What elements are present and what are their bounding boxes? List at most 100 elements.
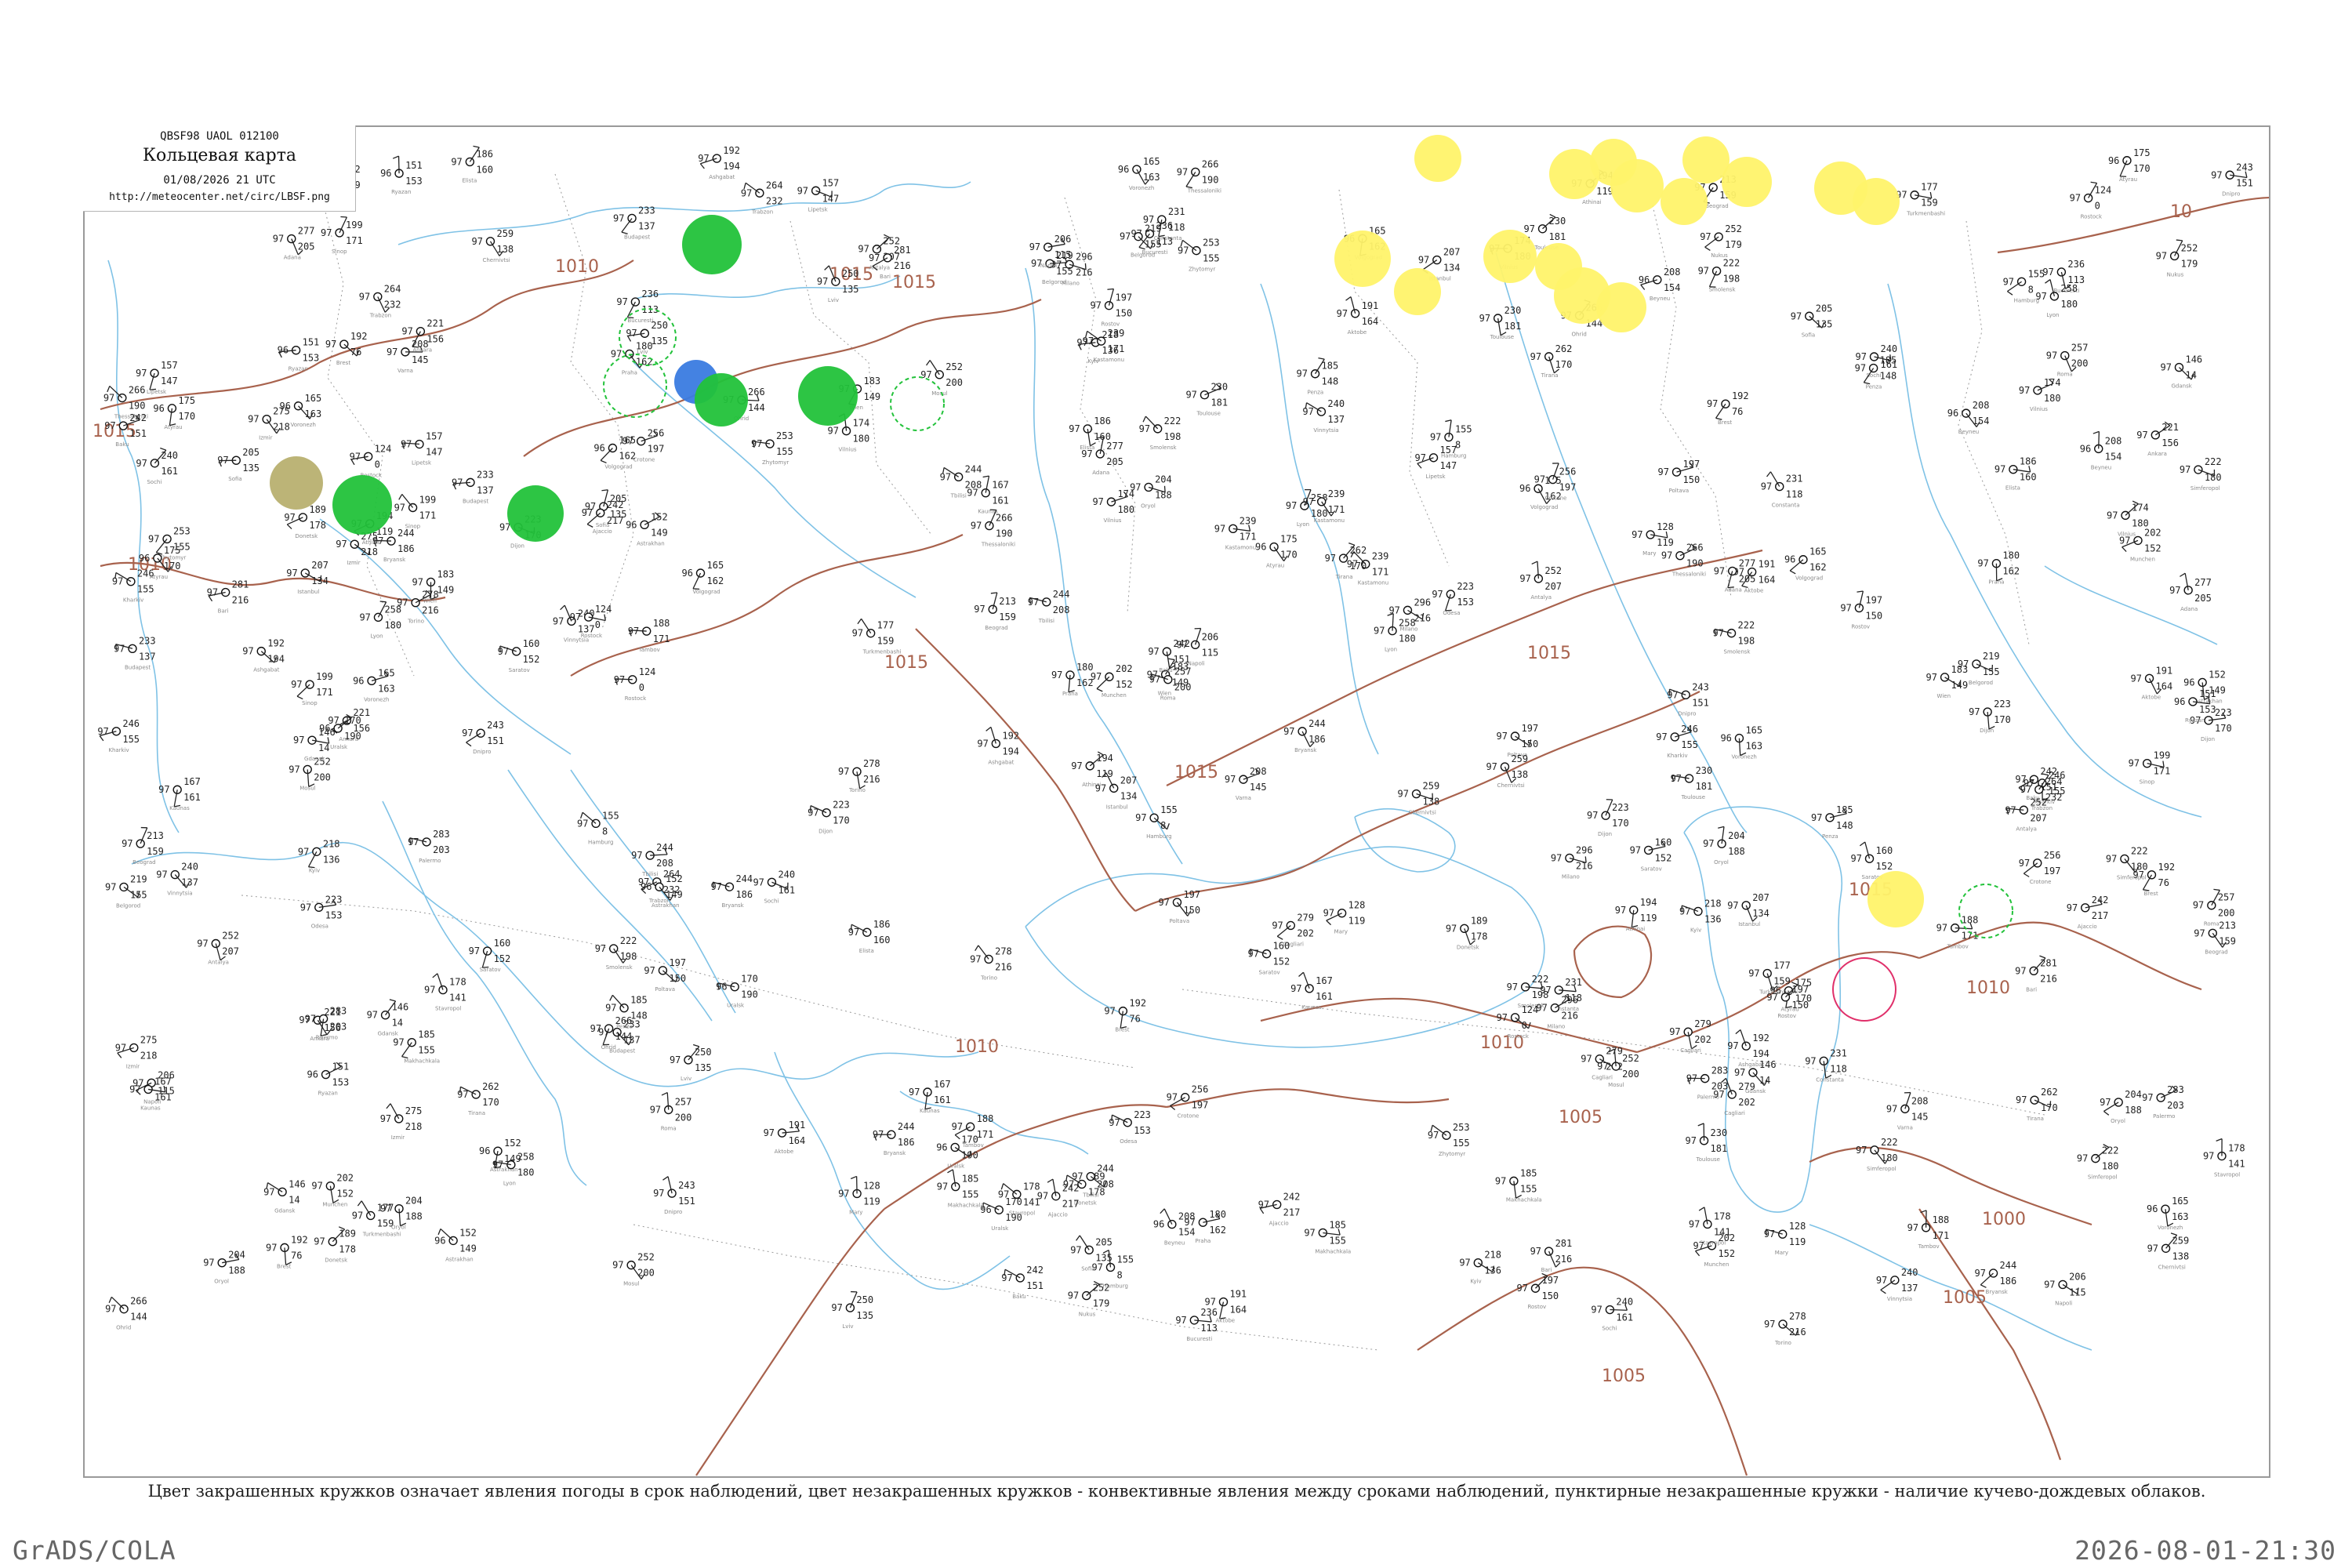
station-plot[interactable]: 223 97 170Dijon	[1969, 699, 2011, 734]
station-plot[interactable]: 17797159Turkmenbashi	[1896, 182, 1945, 217]
station-plot[interactable]: 231 97 118 Constanta	[1805, 1047, 1847, 1083]
station-plot[interactable]: 222 97 198 Smolensk	[1698, 258, 1740, 293]
station-plot[interactable]: 192 97 194 Ashgabat	[242, 638, 285, 673]
station-plot[interactable]: 278 97 216 Torino	[970, 945, 1012, 982]
station-plot[interactable]: 205 97 135Sofia	[1070, 1235, 1112, 1272]
station-plot[interactable]: 262 97 170 Tirana	[2016, 1087, 2058, 1122]
station-plot[interactable]: 242 97 151Baku	[1001, 1265, 1044, 1300]
station-plot[interactable]: 192 97 76Brest	[266, 1234, 308, 1269]
station-plot[interactable]: 233 97 137 Budapest	[114, 635, 156, 670]
station-plot[interactable]: 218 97 136Kyiv	[1459, 1250, 1501, 1285]
station-plot[interactable]: 207 97 134 Istanbul	[1727, 892, 1769, 927]
station-plot[interactable]: 231 97 118 Constanta	[1761, 471, 1803, 509]
station-plot[interactable]: 27797205Adana	[1081, 436, 1123, 476]
station-plot[interactable]: 146 97 14 Gdansk	[367, 999, 409, 1037]
station-plot[interactable]: 15797147Lipetsk	[401, 431, 443, 466]
station-plot[interactable]: 262 97 170 Tirana	[1325, 543, 1367, 580]
station-plot[interactable]: 146 97 14 Gdansk	[263, 1178, 306, 1214]
station-plot[interactable]: 185 97 155 Makhachkala	[937, 1169, 984, 1209]
station-plot[interactable]: 257 97 200 Roma	[650, 1091, 692, 1132]
station-plot[interactable]: 246 97 155 Kharkiv	[1656, 724, 1698, 759]
station-plot[interactable]: 185 97 155 Makhachkala	[1304, 1219, 1351, 1254]
station-plot[interactable]: 24297217Ajaccio	[1037, 1178, 1080, 1218]
station-plot[interactable]: 283 97 203 Palermo	[2142, 1084, 2184, 1120]
station-plot[interactable]: 240 97 137 Vinnytsia	[1302, 398, 1345, 434]
station-plot[interactable]: 19497119Athinai	[1071, 751, 1113, 788]
station-plot[interactable]: 199 97 171 Sinop	[291, 671, 333, 706]
station-plot[interactable]: 155 97 8 Hamburg	[1135, 804, 1178, 840]
station-plot[interactable]: 17797159Turkmenbashi	[852, 618, 902, 655]
station-plot[interactable]: 240 97 137 Vinnytsia	[1876, 1267, 1918, 1302]
station-plot[interactable]: 243 97 151 Dnipro	[653, 1176, 695, 1215]
station-plot[interactable]: 252 97 207 Antalya	[197, 931, 239, 966]
source-url[interactable]: http://meteocenter.net/circ/LBSF.png	[83, 191, 356, 203]
station-plot[interactable]: 197 97 150 Poltava	[1158, 889, 1200, 924]
station-plot[interactable]: 20897145Varna	[1225, 766, 1267, 801]
station-plot[interactable]: 199 97 171 Sinop	[2129, 750, 2171, 786]
station-plot[interactable]: 296 97 216 Milano	[1551, 844, 1593, 880]
station-plot[interactable]: 243 97 151 Dnipro	[2211, 162, 2253, 197]
station-plot[interactable]: 197 97 150 Poltava	[1658, 459, 1700, 494]
station-plot[interactable]: 20897145Varna	[387, 339, 429, 374]
station-plot[interactable]: 165 96 163 Voronezh	[1118, 156, 1160, 191]
station-plot[interactable]: 24297217Ajaccio	[1258, 1191, 1301, 1226]
station-plot[interactable]: 191 97 164 Aktobe	[2131, 665, 2173, 700]
station-plot[interactable]: 223 97 153 Odesa	[1109, 1109, 1151, 1145]
station-plot[interactable]: 146 97 14 Gdansk	[2160, 354, 2202, 390]
station-plot[interactable]: 128 97 119Mary	[1764, 1221, 1806, 1256]
station-plot[interactable]: 204 97 188 Oryol	[203, 1250, 245, 1285]
station-plot[interactable]: 283 97 203 Palermo	[408, 829, 450, 864]
station-plot[interactable]: 18097162Praha	[611, 340, 653, 376]
station-plot[interactable]: 252 97 207 Antalya	[1519, 561, 1562, 601]
station-plot[interactable]: 250 97 135 Lviv	[670, 1044, 712, 1082]
station-plot[interactable]: 197 97 150 Poltava	[644, 957, 686, 993]
station-plot[interactable]: 178 97 141 Stavropol	[2203, 1138, 2245, 1178]
station-plot[interactable]: 240 97 137 Vinnytsia	[156, 862, 198, 897]
station-plot[interactable]: 230 97 181 Toulouse	[1185, 382, 1228, 417]
station-plot[interactable]: 252 97 179 Nukus	[2156, 239, 2198, 278]
station-plot[interactable]: 243 97 151 Dnipro	[1667, 681, 1709, 717]
station-plot[interactable]: 278 97 216 Torino	[1764, 1311, 1806, 1346]
station-plot[interactable]: 23697113Bucuresti	[616, 289, 659, 324]
station-plot[interactable]: 243 97 151 Dnipro	[462, 720, 504, 755]
station-plot[interactable]: 27797205Adana	[2169, 572, 2212, 612]
station-plot[interactable]: 192 97 194 Ashgabat	[977, 726, 1019, 765]
station-plot[interactable]: 279 97 202 Cagliari	[1669, 1018, 1711, 1054]
station-plot[interactable]: 244 97 186 Bryansk	[710, 873, 753, 909]
station-plot[interactable]: 25897180Lyon	[1374, 613, 1416, 653]
station-plot[interactable]: 189 97 178 Donetsk	[314, 1226, 356, 1264]
station-plot[interactable]: 175 96 170 Atyrau	[1255, 534, 1298, 569]
station-plot[interactable]: 275 97 218Izmir	[115, 1034, 158, 1069]
station-plot[interactable]: 256 97 197 Crotone	[2019, 850, 2061, 885]
station-plot[interactable]: 189 97 178 Donetsk	[284, 504, 326, 539]
station-plot[interactable]: 189 97 178 Donetsk	[1446, 915, 1488, 950]
station-plot[interactable]: 178 97 141 Stavropol	[424, 973, 466, 1012]
station-plot[interactable]: 23697113Bucuresti	[1175, 1307, 1218, 1342]
station-plot[interactable]: 160 97 152 Saratov	[1248, 941, 1290, 976]
station-plot[interactable]: 223 97 170Dijon	[1587, 799, 1629, 837]
station-plot[interactable]: 244 97 208 Tbilisi	[1028, 589, 1070, 624]
station-plot[interactable]: 174 97 180 Vilnius	[2019, 377, 2061, 412]
station-plot[interactable]: 151 96 153 Ryazan	[307, 1062, 350, 1097]
station-plot[interactable]: 266 97 144 Ohrid	[105, 1296, 147, 1331]
station-plot[interactable]: 266 97 190 Thessaloniki	[1177, 158, 1221, 194]
station-plot[interactable]: 262 97 170 Tirana	[1530, 343, 1573, 379]
station-plot[interactable]: 124 97 0 Rostock	[2070, 181, 2112, 220]
station-plot[interactable]: 213 97 159 Beograd	[974, 592, 1016, 631]
station-plot[interactable]: 222 97 198 Smolensk	[1713, 620, 1755, 655]
station-plot[interactable]: 165 96 163 Voronezh	[2147, 1196, 2189, 1231]
station-plot[interactable]: 128 97 119Mary	[838, 1175, 880, 1215]
station-plot[interactable]: 167 97 161 Kaunas	[909, 1079, 951, 1114]
station-plot[interactable]: 230 97 181 Toulouse	[1686, 1123, 1728, 1163]
station-plot[interactable]: 264 97 232 Trabzon	[359, 283, 401, 318]
station-plot[interactable]: 25897180Lyon	[2035, 279, 2078, 318]
station-plot[interactable]: 183 97 149Wien	[412, 568, 455, 604]
station-plot[interactable]: 222 97 198 Smolensk	[1139, 416, 1181, 451]
station-plot[interactable]: 244 97 186 Bryansk	[873, 1121, 915, 1156]
station-plot[interactable]: 240 97 161 Sochi	[753, 869, 795, 904]
station-plot[interactable]: 262 97 170 Tirana	[457, 1081, 499, 1116]
station-plot[interactable]: 221 97 156 Ankara	[2136, 421, 2179, 457]
station-plot[interactable]: 191 97 164 Aktobe	[764, 1120, 806, 1155]
station-plot[interactable]: 15797147Lipetsk	[1415, 445, 1457, 480]
station-plot[interactable]: 197 97 150 Rostov	[1091, 288, 1133, 328]
